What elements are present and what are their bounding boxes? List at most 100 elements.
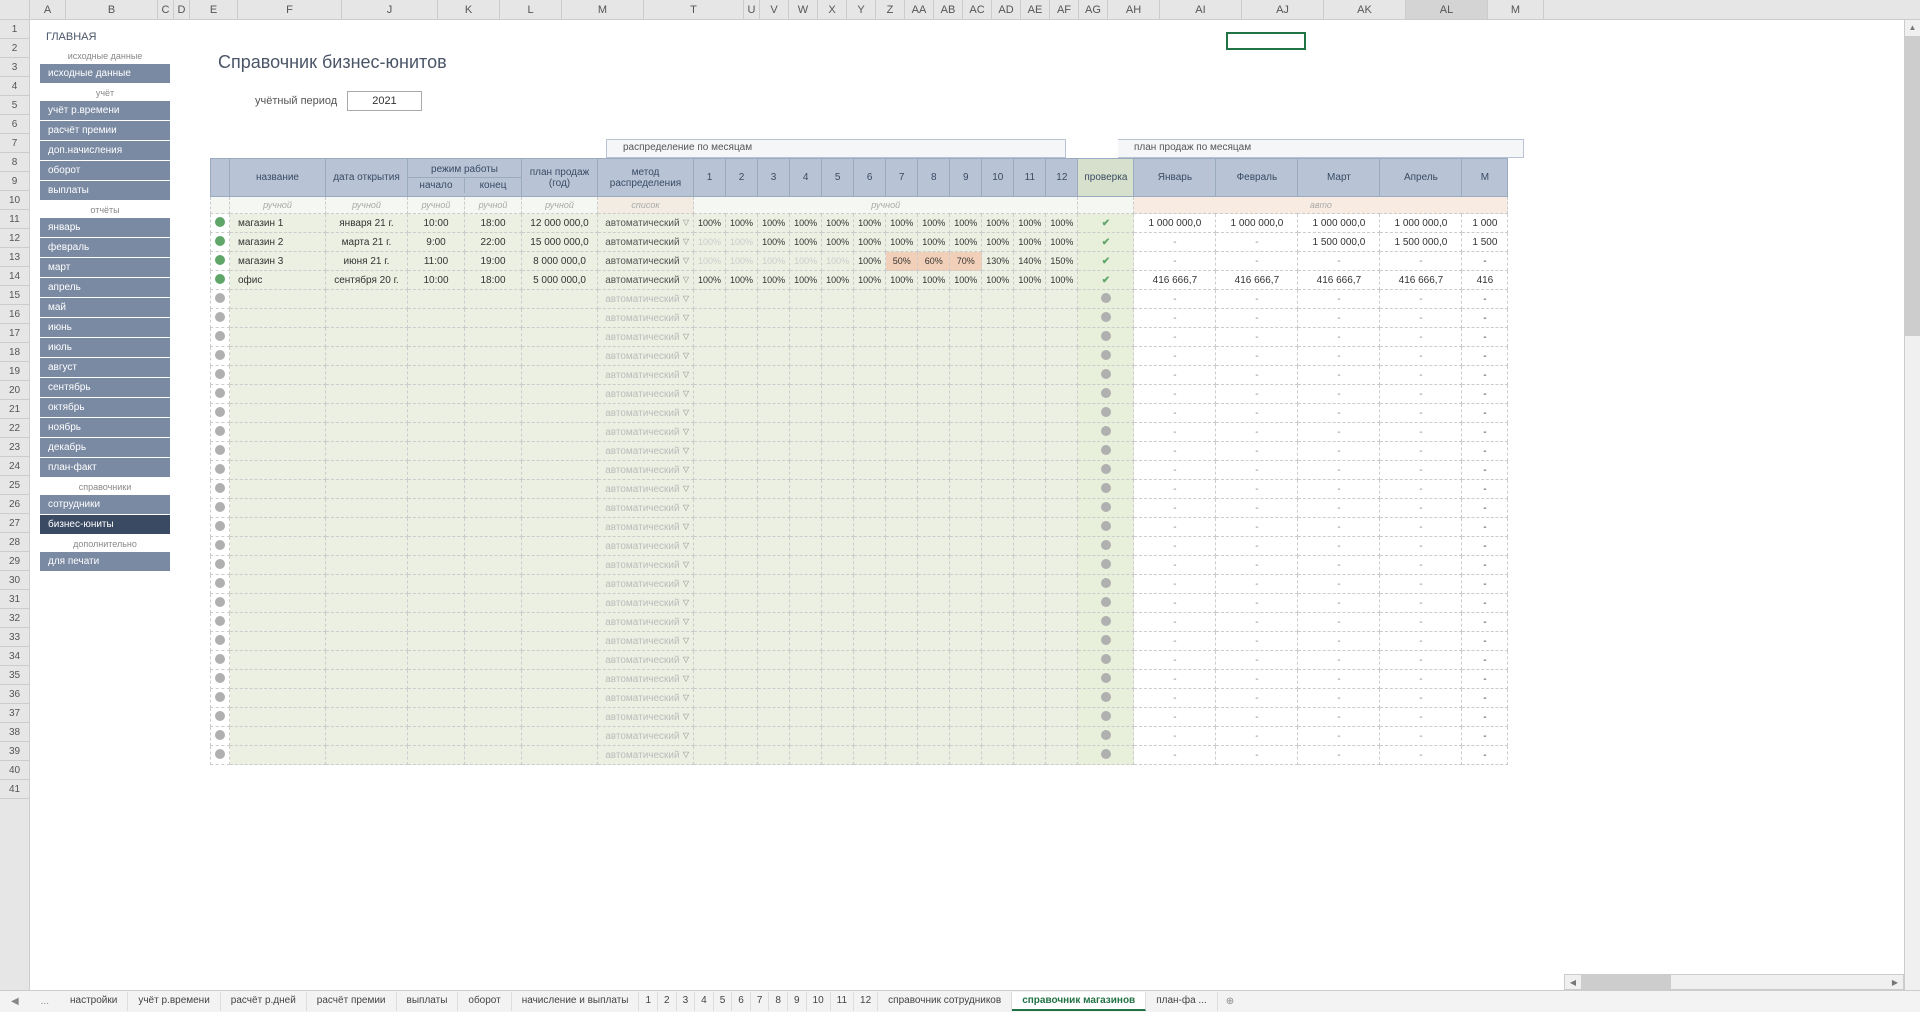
cell-pct[interactable] — [726, 290, 758, 309]
sidebar-item[interactable]: доп.начисления — [40, 141, 170, 160]
cell-pct[interactable] — [1046, 480, 1078, 499]
row-header[interactable]: 40 — [0, 761, 29, 780]
th-month[interactable]: 10 — [982, 159, 1014, 197]
cell-end[interactable] — [465, 689, 522, 708]
cell-sales[interactable]: - — [1216, 613, 1298, 632]
cell-end[interactable] — [465, 518, 522, 537]
row-header[interactable]: 7 — [0, 134, 29, 153]
cell-method[interactable]: автоматический ▽ — [598, 233, 694, 252]
cell-pct[interactable] — [758, 480, 790, 499]
cell-sales[interactable]: - — [1134, 689, 1216, 708]
dropdown-icon[interactable]: ▽ — [683, 731, 689, 740]
cell-end[interactable] — [465, 499, 522, 518]
cell-sales[interactable]: - — [1298, 613, 1380, 632]
th-month[interactable]: 2 — [726, 159, 758, 197]
cell-end[interactable] — [465, 594, 522, 613]
cell-pct[interactable]: 100% — [726, 252, 758, 271]
cell-sales[interactable]: - — [1134, 461, 1216, 480]
cell-pct[interactable] — [918, 613, 950, 632]
cell-pct[interactable]: 60% — [918, 252, 950, 271]
cell-pct[interactable] — [950, 328, 982, 347]
cell-name[interactable] — [230, 556, 326, 575]
sheet-tab[interactable]: 12 — [854, 992, 878, 1011]
cell-sales[interactable]: - — [1216, 575, 1298, 594]
cell-method[interactable]: автоматический ▽ — [598, 309, 694, 328]
cell-pct[interactable]: 100% — [982, 214, 1014, 233]
cell-date[interactable]: марта 21 г. — [326, 233, 408, 252]
cell-end[interactable]: 18:00 — [465, 271, 522, 290]
cell-pct[interactable] — [694, 499, 726, 518]
cell-date[interactable] — [326, 347, 408, 366]
cell-pct[interactable] — [854, 461, 886, 480]
cell-start[interactable] — [408, 366, 465, 385]
cell-start[interactable] — [408, 309, 465, 328]
cell-pct[interactable] — [886, 632, 918, 651]
cell-pct[interactable] — [1046, 518, 1078, 537]
cell-pct[interactable] — [1014, 499, 1046, 518]
cell-sales[interactable]: - — [1134, 556, 1216, 575]
col-header[interactable]: F — [238, 0, 342, 19]
cell-pct[interactable] — [982, 670, 1014, 689]
dropdown-icon[interactable]: ▽ — [683, 332, 689, 341]
cell-sales[interactable]: 1 500 000,0 — [1298, 233, 1380, 252]
cell-plan[interactable] — [522, 442, 598, 461]
cell-method[interactable]: автоматический ▽ — [598, 594, 694, 613]
cell-pct[interactable] — [758, 518, 790, 537]
cell-pct[interactable] — [1014, 347, 1046, 366]
col-header[interactable]: AG — [1079, 0, 1108, 19]
row-header[interactable]: 12 — [0, 229, 29, 248]
cell-pct[interactable] — [758, 651, 790, 670]
cell-end[interactable] — [465, 480, 522, 499]
cell-pct[interactable] — [918, 556, 950, 575]
th-month[interactable]: 8 — [918, 159, 950, 197]
sidebar-item[interactable]: февраль — [40, 238, 170, 257]
cell-plan[interactable] — [522, 309, 598, 328]
row-header[interactable]: 27 — [0, 514, 29, 533]
cell-plan[interactable]: 5 000 000,0 — [522, 271, 598, 290]
th-method[interactable]: метод распределения — [598, 159, 694, 197]
cell-method[interactable]: автоматический ▽ — [598, 214, 694, 233]
cell-plan[interactable]: 8 000 000,0 — [522, 252, 598, 271]
dropdown-icon[interactable]: ▽ — [683, 522, 689, 531]
cell-plan[interactable] — [522, 632, 598, 651]
cell-pct[interactable]: 100% — [758, 214, 790, 233]
sidebar-item[interactable]: расчёт премии — [40, 121, 170, 140]
sidebar-item[interactable]: ноябрь — [40, 418, 170, 437]
dropdown-icon[interactable]: ▽ — [683, 674, 689, 683]
cell-start[interactable] — [408, 670, 465, 689]
row-header[interactable]: 28 — [0, 533, 29, 552]
cell-pct[interactable] — [822, 347, 854, 366]
cell-start[interactable] — [408, 594, 465, 613]
cell-sales[interactable]: - — [1380, 537, 1462, 556]
cell-date[interactable] — [326, 746, 408, 765]
cell-pct[interactable] — [758, 689, 790, 708]
cell-pct[interactable] — [1046, 290, 1078, 309]
cell-pct[interactable] — [950, 461, 982, 480]
cell-sales[interactable]: - — [1134, 746, 1216, 765]
cell-name[interactable] — [230, 499, 326, 518]
cell-end[interactable] — [465, 442, 522, 461]
cell-date[interactable] — [326, 328, 408, 347]
dropdown-icon[interactable]: ▽ — [683, 636, 689, 645]
col-header[interactable]: AJ — [1242, 0, 1324, 19]
cell-pct[interactable] — [982, 575, 1014, 594]
cell-pct[interactable] — [694, 480, 726, 499]
cell-pct[interactable] — [726, 575, 758, 594]
cell-method[interactable]: автоматический ▽ — [598, 518, 694, 537]
cell-sales[interactable]: - — [1216, 632, 1298, 651]
cell-sales[interactable]: - — [1216, 252, 1298, 271]
col-header[interactable]: AD — [992, 0, 1021, 19]
cell-pct[interactable] — [1014, 575, 1046, 594]
cell-pct[interactable] — [822, 423, 854, 442]
cell-sales[interactable]: - — [1380, 347, 1462, 366]
cell-end[interactable] — [465, 632, 522, 651]
cell-pct[interactable] — [822, 385, 854, 404]
cell-sales[interactable]: - — [1380, 746, 1462, 765]
cell-pct[interactable] — [726, 423, 758, 442]
sheet-tab[interactable]: 9 — [788, 992, 807, 1011]
cell-sales[interactable]: - — [1216, 404, 1298, 423]
cell-method[interactable]: автоматический ▽ — [598, 366, 694, 385]
dropdown-icon[interactable]: ▽ — [683, 294, 689, 303]
cell-pct[interactable] — [822, 708, 854, 727]
cell-pct[interactable] — [886, 366, 918, 385]
